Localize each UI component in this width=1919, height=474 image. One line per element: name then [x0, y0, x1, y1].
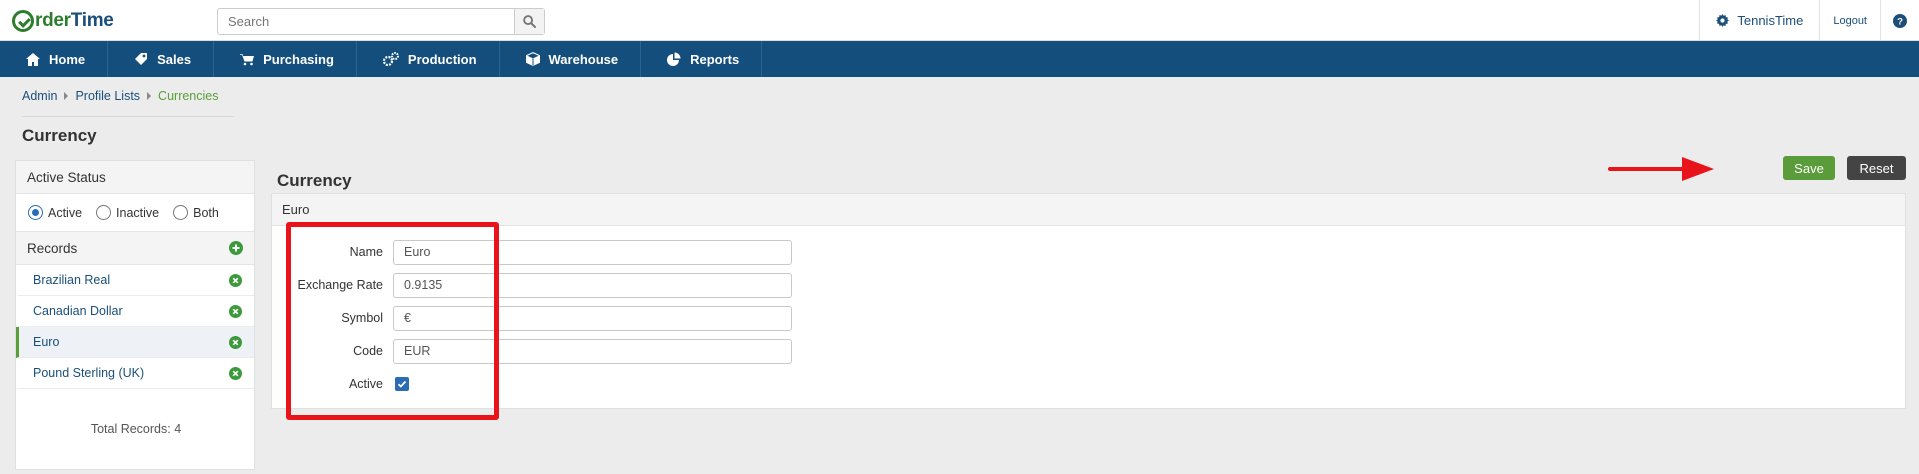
- records-heading: Records: [27, 240, 78, 256]
- search-icon: [523, 15, 536, 28]
- nav-production[interactable]: Production: [357, 41, 500, 77]
- breadcrumb-separator: [147, 92, 152, 100]
- record-label: Brazilian Real: [33, 273, 111, 287]
- top-bar: rderTime TennisTime Logout ?: [0, 0, 1919, 41]
- status-both-radio[interactable]: Both: [173, 205, 219, 220]
- status-filter: Active Inactive Both: [16, 194, 254, 231]
- main-nav: Home Sales Purchasing Production Warehou…: [0, 41, 1919, 77]
- search-input[interactable]: [218, 9, 514, 34]
- nav-reports-label: Reports: [690, 51, 740, 67]
- nav-production-label: Production: [407, 51, 477, 67]
- logo[interactable]: rderTime: [12, 8, 114, 34]
- user-name: TennisTime: [1737, 13, 1804, 28]
- nav-home[interactable]: Home: [0, 41, 109, 77]
- add-record-icon[interactable]: [229, 241, 243, 255]
- status-active-radio[interactable]: Active: [28, 205, 82, 220]
- radio-selected-icon: [28, 205, 43, 220]
- status-active-label: Active: [48, 205, 83, 220]
- nav-sales-label: Sales: [157, 51, 192, 67]
- breadcrumb-profile-lists[interactable]: Profile Lists: [75, 89, 140, 103]
- list-item[interactable]: Pound Sterling (UK): [16, 358, 254, 389]
- form-title: Currency: [277, 171, 352, 190]
- logo-text: rderTime: [35, 10, 114, 31]
- record-label: Canadian Dollar: [33, 304, 123, 318]
- delete-record-icon[interactable]: [229, 304, 242, 318]
- gears-icon: [382, 52, 399, 66]
- cart-icon: [240, 53, 255, 65]
- user-menu[interactable]: TennisTime: [1699, 0, 1819, 41]
- tag-icon: [135, 53, 148, 65]
- top-right-menu: TennisTime Logout ?: [1699, 0, 1919, 41]
- nav-sales[interactable]: Sales: [108, 41, 215, 77]
- nav-home-label: Home: [49, 51, 86, 67]
- total-records: Total Records: 4: [90, 422, 182, 436]
- breadcrumb: Admin Profile Lists Currencies: [22, 89, 218, 103]
- record-label: Pound Sterling (UK): [33, 366, 145, 380]
- breadcrumb-divider: [22, 116, 234, 117]
- box-icon: [525, 52, 540, 66]
- nav-purchasing[interactable]: Purchasing: [214, 41, 357, 77]
- gear-icon: [1716, 14, 1730, 27]
- status-both-label: Both: [193, 205, 219, 220]
- list-item[interactable]: Brazilian Real: [16, 265, 254, 296]
- annotation-highlight-box: [286, 222, 499, 420]
- records-header: Records: [16, 231, 254, 265]
- currency-form: Euro Name Exchange Rate Symbol Code Acti…: [271, 193, 1906, 409]
- list-item[interactable]: Canadian Dollar: [16, 296, 254, 327]
- breadcrumb-admin[interactable]: Admin: [22, 89, 57, 103]
- status-inactive-radio[interactable]: Inactive: [96, 205, 159, 220]
- delete-record-icon[interactable]: [229, 366, 242, 380]
- filter-panel: Active Status Active Inactive Both Recor…: [15, 160, 255, 470]
- logout-link[interactable]: Logout: [1819, 0, 1880, 41]
- home-icon: [26, 52, 40, 66]
- radio-empty-icon: [96, 205, 112, 220]
- nav-warehouse[interactable]: Warehouse: [500, 41, 642, 77]
- form-heading: Euro: [272, 194, 1905, 226]
- help-icon: ?: [1893, 13, 1907, 28]
- breadcrumb-current: Currencies: [158, 89, 219, 103]
- nav-reports[interactable]: Reports: [641, 41, 763, 77]
- nav-purchasing-label: Purchasing: [263, 51, 334, 67]
- reset-button[interactable]: Reset: [1847, 156, 1906, 180]
- page-title: Currency: [22, 126, 97, 145]
- search-box: [217, 8, 545, 35]
- nav-warehouse-label: Warehouse: [548, 51, 619, 67]
- svg-text:?: ?: [1897, 16, 1903, 27]
- list-item-selected[interactable]: Euro: [16, 327, 254, 358]
- active-status-heading: Active Status: [16, 161, 254, 194]
- delete-record-icon[interactable]: [229, 335, 242, 349]
- delete-record-icon[interactable]: [229, 273, 242, 287]
- breadcrumb-separator: [64, 92, 69, 100]
- search-button[interactable]: [514, 9, 544, 34]
- status-inactive-label: Inactive: [116, 205, 160, 220]
- record-label: Euro: [33, 335, 60, 349]
- save-button[interactable]: Save: [1783, 156, 1835, 180]
- radio-empty-icon: [173, 205, 189, 220]
- ordertime-logo-icon: [12, 10, 34, 32]
- annotation-arrow-icon: [1608, 157, 1714, 181]
- pie-chart-icon: [667, 52, 681, 66]
- help-button[interactable]: ?: [1880, 0, 1919, 41]
